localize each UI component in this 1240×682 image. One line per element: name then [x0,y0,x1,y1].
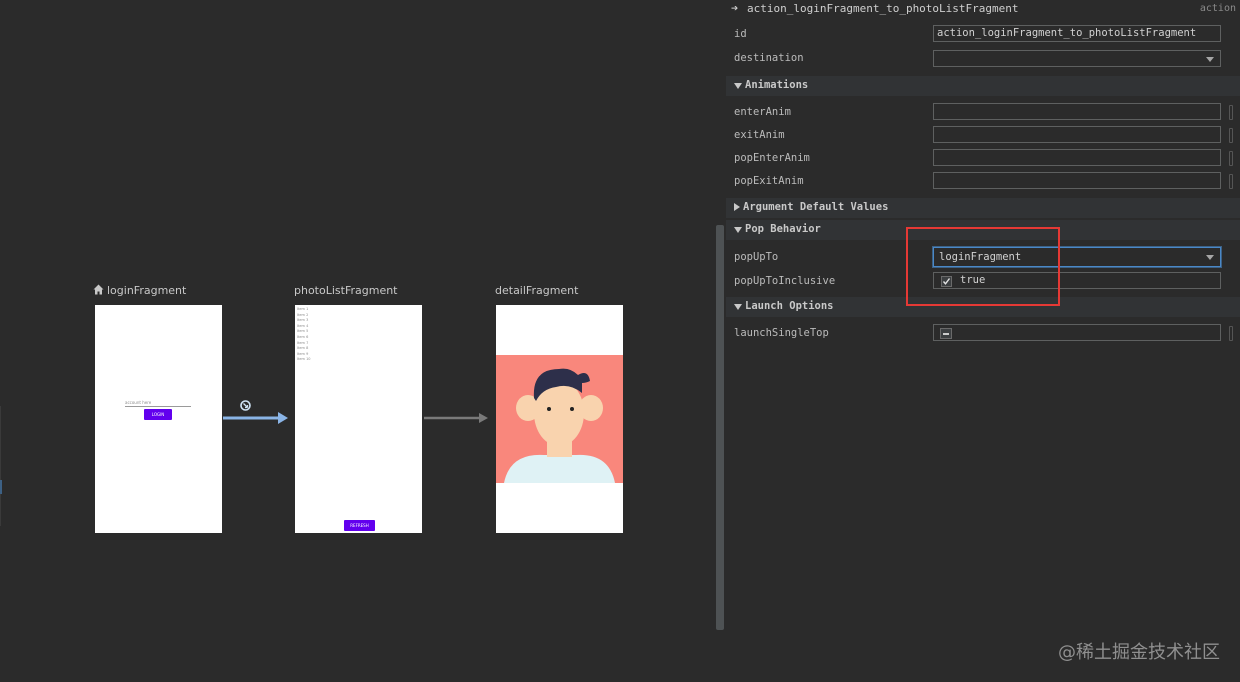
pop-exit-anim-field[interactable] [933,172,1221,189]
resource-picker-handle[interactable] [1229,128,1233,143]
enter-anim-label: enterAnim [734,106,791,118]
navigation-graph-canvas[interactable]: loginFragment account here LOGIN photoLi… [0,0,716,682]
launch-single-top-label: launchSingleTop [734,327,829,339]
canvas-edge-indicator [0,480,2,494]
photo-list-preview-items: Item 1 Item 2 Item 3 Item 4 Item 5 Item … [297,307,311,363]
resource-picker-handle[interactable] [1229,326,1233,341]
pop-up-to-icon [238,398,252,412]
destination-dropdown[interactable] [933,50,1221,67]
launch-single-top-field[interactable] [933,324,1221,341]
expand-down-icon [734,227,742,233]
panel-type: action [1199,3,1236,14]
panel-title: action_loginFragment_to_photoListFragmen… [747,2,1019,15]
id-label: id [734,28,747,40]
login-fragment-label: loginFragment [93,284,186,298]
login-fragment-name: loginFragment [107,284,187,297]
animations-section-title: Animations [745,79,809,91]
chevron-down-icon [1206,57,1214,62]
enter-anim-field[interactable] [933,103,1221,120]
arrow-right-icon: ➔ [731,1,739,15]
pop-exit-anim-label: popExitAnim [734,175,804,187]
refresh-preview-button: REFRESH [344,520,375,531]
canvas-scrollbar[interactable] [716,225,724,630]
home-icon [93,284,104,298]
list-item: Item 10 [297,357,311,362]
pop-up-to-label: popUpTo [734,251,779,263]
action-arrow-login-to-photolist[interactable] [220,396,290,428]
pop-enter-anim-field[interactable] [933,149,1221,166]
exit-anim-label: exitAnim [734,129,785,141]
launch-single-top-checkbox[interactable] [940,328,952,339]
watermark: @稀土掘金技术社区 [1058,642,1220,663]
destination-label: destination [734,52,804,64]
expand-down-icon [734,83,742,89]
detail-fragment-label: detailFragment [495,284,579,297]
animations-section[interactable]: Animations [726,76,1240,96]
photo-list-fragment-screen[interactable]: Item 1 Item 2 Item 3 Item 4 Item 5 Item … [295,305,422,533]
login-preview-field: account here [125,400,191,407]
id-field[interactable]: action_loginFragment_to_photoListFragmen… [933,25,1221,42]
detail-fragment-screen[interactable] [496,305,623,533]
resource-picker-handle[interactable] [1229,151,1233,166]
argument-defaults-section[interactable]: Argument Default Values [726,198,1240,218]
photo-list-fragment-label: photoListFragment [294,284,398,297]
login-fragment-screen[interactable]: account here LOGIN [95,305,222,533]
chevron-down-icon [1206,255,1214,260]
pop-behavior-section-title: Pop Behavior [745,223,821,235]
canvas-edge-divider [0,406,1,526]
argument-defaults-section-title: Argument Default Values [743,201,889,213]
resource-picker-handle[interactable] [1229,105,1233,120]
launch-options-section-title: Launch Options [745,300,834,312]
action-arrow-photolist-to-detail[interactable] [422,409,490,427]
attributes-panel: ➔ action_loginFragment_to_photoListFragm… [726,0,1240,682]
resource-picker-handle[interactable] [1229,174,1233,189]
expand-down-icon [734,304,742,310]
expand-right-icon [734,203,740,211]
avatar-illustration [496,355,623,483]
pop-enter-anim-label: popEnterAnim [734,152,810,164]
login-preview-button: LOGIN [144,409,172,420]
highlight-annotation-box [906,227,1060,306]
pop-up-to-inclusive-label: popUpToInclusive [734,275,836,287]
exit-anim-field[interactable] [933,126,1221,143]
